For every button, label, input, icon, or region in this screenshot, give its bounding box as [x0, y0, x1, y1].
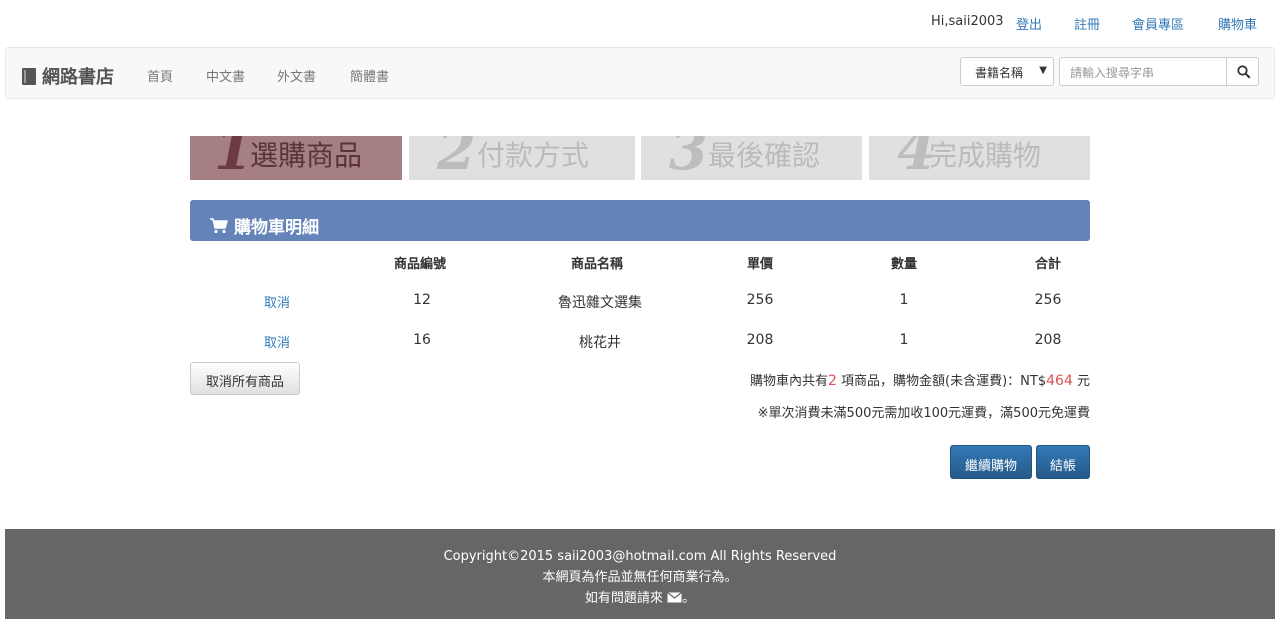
col-header-name: 商品名稱 — [570, 257, 623, 272]
cart-panel-title: 購物車明細 — [234, 218, 319, 238]
step-3-label: 最後確認 — [708, 139, 821, 172]
logout-link[interactable]: 登出 — [1016, 14, 1042, 33]
nav-foreign-books[interactable]: 外文書 — [277, 66, 316, 85]
member-link[interactable]: 會員專區 — [1132, 14, 1184, 33]
shopping-cart-icon — [210, 217, 228, 233]
col-header-total: 合計 — [1034, 257, 1061, 272]
step-1-number: 1 — [214, 136, 253, 180]
nav-chinese-books[interactable]: 中文書 — [206, 66, 245, 85]
contact-line: 如有問題請來 。 — [5, 588, 1275, 609]
search-icon — [1237, 65, 1251, 79]
step-4: 4 完成購物 — [869, 136, 1090, 180]
summary-suffix: 元 — [1072, 374, 1090, 389]
step-2-label: 付款方式 — [477, 139, 590, 172]
search-button[interactable] — [1226, 57, 1259, 86]
cart-summary: 購物車內共有2 項商品，購物金額(未含運費)：NT$464 元 — [750, 370, 1090, 389]
col-header-price: 單價 — [746, 257, 773, 272]
envelope-icon[interactable] — [667, 592, 682, 603]
cancel-item-link[interactable]: 取消 — [247, 332, 307, 351]
search-field-select[interactable]: 書籍名稱 ▼ — [960, 57, 1054, 86]
copyright-text: Copyright©2015 saii2003@hotmail.com All … — [443, 549, 837, 564]
row-1-price: 256 — [746, 292, 774, 308]
cart-panel-heading: 購物車明細 — [190, 200, 1090, 241]
col-header-qty: 數量 — [890, 257, 917, 272]
book-icon — [22, 67, 36, 85]
row-2-name[interactable]: 桃花井 — [530, 332, 670, 352]
cancel-all-button[interactable]: 取消所有商品 — [190, 362, 300, 395]
nav-simplified-books[interactable]: 簡體書 — [350, 66, 389, 85]
continue-shopping-button[interactable]: 繼續購物 — [950, 445, 1032, 479]
row-2-id: 16 — [413, 332, 431, 348]
col-header-id: 商品編號 — [393, 257, 446, 272]
navbar: 網路書店 首頁 中文書 外文書 簡體書 書籍名稱 ▼ 請輸入搜尋字串 — [5, 47, 1275, 99]
row-2-price: 208 — [746, 332, 774, 348]
summary-prefix: 購物車內共有 — [749, 374, 828, 389]
step-2: 2 付款方式 — [409, 136, 635, 180]
shipping-note: ※單次消費未滿500元需加收100元運費，滿500元免運費 — [757, 406, 1090, 421]
summary-middle: 項商品，購物金額(未含運費)：NT$ — [836, 374, 1047, 389]
top-bar: Hi,saii2003 登出 註冊 會員專區 購物車 — [0, 0, 1279, 46]
step-1: 1 選購商品 — [190, 136, 402, 180]
contact-suffix: 。 — [682, 591, 696, 606]
cart-link[interactable]: 購物車 — [1218, 14, 1257, 33]
item-count: 2 — [827, 373, 837, 389]
disclaimer-text: 本網頁為作品並無任何商業行為。 — [542, 570, 738, 585]
step-4-label: 完成購物 — [929, 139, 1042, 172]
row-1-name[interactable]: 魯迅雜文選集 — [530, 292, 670, 312]
cancel-item-link[interactable]: 取消 — [247, 292, 307, 311]
caret-down-icon: ▼ — [1039, 65, 1047, 76]
step-3: 3 最後確認 — [641, 136, 862, 180]
step-1-label: 選購商品 — [250, 139, 363, 172]
step-3-number: 3 — [669, 136, 708, 180]
brand-logo[interactable]: 網路書店 — [22, 63, 114, 89]
step-2-number: 2 — [437, 136, 476, 180]
greeting-text: Hi,saii2003 — [931, 14, 1004, 29]
total-amount: 464 — [1046, 373, 1073, 389]
row-1-id: 12 — [413, 292, 431, 308]
search-field-value: 書籍名稱 — [975, 66, 1024, 80]
search-input[interactable]: 請輸入搜尋字串 — [1059, 57, 1227, 86]
row-1-qty: 1 — [899, 292, 909, 308]
row-2-qty: 1 — [899, 332, 909, 348]
register-link[interactable]: 註冊 — [1074, 14, 1100, 33]
nav-home[interactable]: 首頁 — [147, 66, 173, 85]
footer: Copyright©2015 saii2003@hotmail.com All … — [5, 529, 1275, 619]
contact-text: 如有問題請來 — [584, 591, 668, 606]
row-2-total: 208 — [1034, 332, 1062, 348]
row-1-total: 256 — [1034, 292, 1062, 308]
checkout-button[interactable]: 結帳 — [1036, 445, 1090, 479]
brand-name: 網路書店 — [42, 67, 114, 88]
